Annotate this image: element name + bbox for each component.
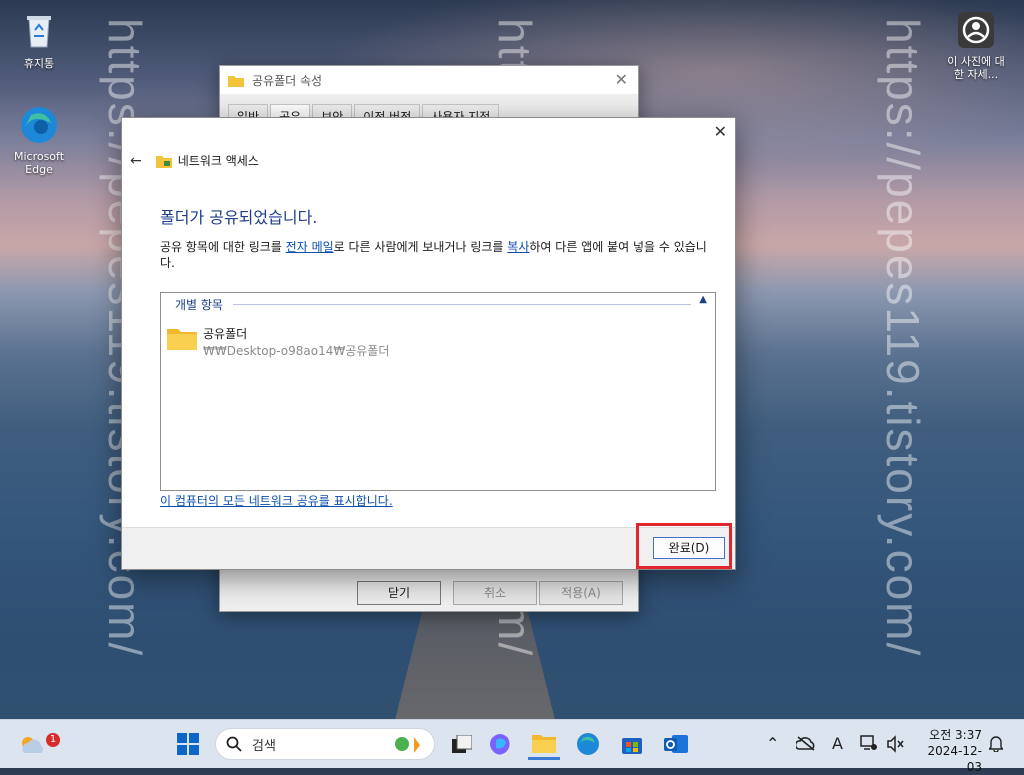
camera-info-icon xyxy=(958,12,994,48)
show-all-shares-link[interactable]: 이 컴퓨터의 모든 네트워크 공유를 표시합니다. xyxy=(160,492,393,509)
copilot-button[interactable] xyxy=(484,728,516,760)
task-view-icon xyxy=(452,735,472,753)
collapse-chevron-icon[interactable]: ▲ xyxy=(699,294,707,305)
dialog-title: 네트워크 액세스 xyxy=(177,154,259,168)
store-button[interactable] xyxy=(616,728,648,760)
group-label: 개별 항목 xyxy=(175,298,223,312)
search-highlight-icon xyxy=(395,737,420,753)
windows-icon xyxy=(177,733,199,755)
taskbar: 1 검색 ⌃ A 오전 3:37 2024-12-03 xyxy=(0,719,1024,774)
copilot-icon xyxy=(490,734,510,755)
folder-icon xyxy=(167,329,197,350)
show-hidden-icons-chevron-icon[interactable]: ⌃ xyxy=(766,734,779,753)
weather-cloud-icon xyxy=(22,737,44,753)
properties-titlebar: 공유폴더 속성 ✕ xyxy=(220,66,638,94)
folder-icon xyxy=(228,75,244,87)
dialog-heading: 폴더가 공유되었습니다. xyxy=(160,208,318,227)
item-name: 공유폴더 xyxy=(203,327,248,341)
watermark-right: https://pepes119.tistory.com/ xyxy=(877,18,929,658)
clock-date: 2024-12-03 xyxy=(927,744,982,774)
network-access-dialog: ✕ ← 네트워크 액세스 폴더가 공유되었습니다. 공유 항목에 대한 링크를 … xyxy=(121,117,736,570)
file-explorer-icon xyxy=(532,734,556,753)
edge-label: Microsoft Edge xyxy=(13,150,65,176)
dialog-header: ← 네트워크 액세스 xyxy=(130,152,259,169)
edge-icon xyxy=(577,733,599,755)
search-label: 검색 xyxy=(252,738,276,754)
desc-text-2: 로 다른 사람에게 보내거나 링크를 xyxy=(333,240,508,254)
highlight-box xyxy=(636,523,732,569)
desktop-icon-photo-info[interactable]: 이 사진에 대한 자세... xyxy=(944,10,1008,81)
cancel-button[interactable]: 취소 xyxy=(453,581,537,605)
notification-badge: 1 xyxy=(46,733,60,747)
input-method-icon[interactable]: A xyxy=(832,734,843,753)
item-path: ₩₩Desktop-o98ao14₩공유폴더 xyxy=(203,344,390,358)
task-view-button[interactable] xyxy=(446,728,478,760)
edge-icon xyxy=(21,107,57,143)
desktop-icon-recycle-bin[interactable]: 휴지통 xyxy=(9,10,69,71)
copy-link[interactable]: 복사 xyxy=(507,240,529,254)
group-divider xyxy=(233,304,691,305)
edge-taskbar-button[interactable] xyxy=(572,728,604,760)
store-icon xyxy=(622,738,642,754)
onedrive-icon[interactable] xyxy=(796,735,816,751)
network-icon[interactable] xyxy=(860,734,878,752)
notification-bell-icon[interactable] xyxy=(989,735,1003,752)
close-button[interactable]: 닫기 xyxy=(357,581,441,605)
network-folder-icon xyxy=(155,155,172,168)
file-explorer-button[interactable] xyxy=(528,728,560,760)
desktop-icon-edge[interactable]: Microsoft Edge xyxy=(9,105,69,176)
dialog-close-icon[interactable]: ✕ xyxy=(714,122,727,141)
shared-items-list: 개별 항목 ▲ 공유폴더 ₩₩Desktop-o98ao14₩공유폴더 xyxy=(160,292,716,491)
weather-widget[interactable]: 1 xyxy=(16,728,60,760)
photo-info-label: 이 사진에 대한 자세... xyxy=(947,55,1005,81)
outlook-icon xyxy=(664,735,688,753)
email-link[interactable]: 전자 메일 xyxy=(286,240,334,254)
apply-button[interactable]: 적용(A) xyxy=(539,581,623,605)
properties-title: 공유폴더 속성 xyxy=(252,73,323,88)
properties-close-icon[interactable]: ✕ xyxy=(615,70,628,89)
outlook-button[interactable] xyxy=(660,728,692,760)
volume-muted-icon[interactable] xyxy=(886,735,904,753)
clock-time: 오전 3:37 xyxy=(929,728,982,742)
dialog-description: 공유 항목에 대한 링크를 전자 메일로 다른 사람에게 보내거나 링크를 복사… xyxy=(160,239,720,271)
start-button[interactable] xyxy=(172,728,204,760)
search-box[interactable]: 검색 xyxy=(215,728,435,760)
list-item[interactable]: 공유폴더 ₩₩Desktop-o98ao14₩공유폴더 xyxy=(167,325,389,359)
back-arrow-icon[interactable]: ← xyxy=(130,153,142,169)
desc-text-1: 공유 항목에 대한 링크를 xyxy=(160,240,286,254)
recycle-bin-icon xyxy=(27,16,51,48)
search-icon xyxy=(226,736,242,752)
recycle-bin-label: 휴지통 xyxy=(23,57,55,70)
